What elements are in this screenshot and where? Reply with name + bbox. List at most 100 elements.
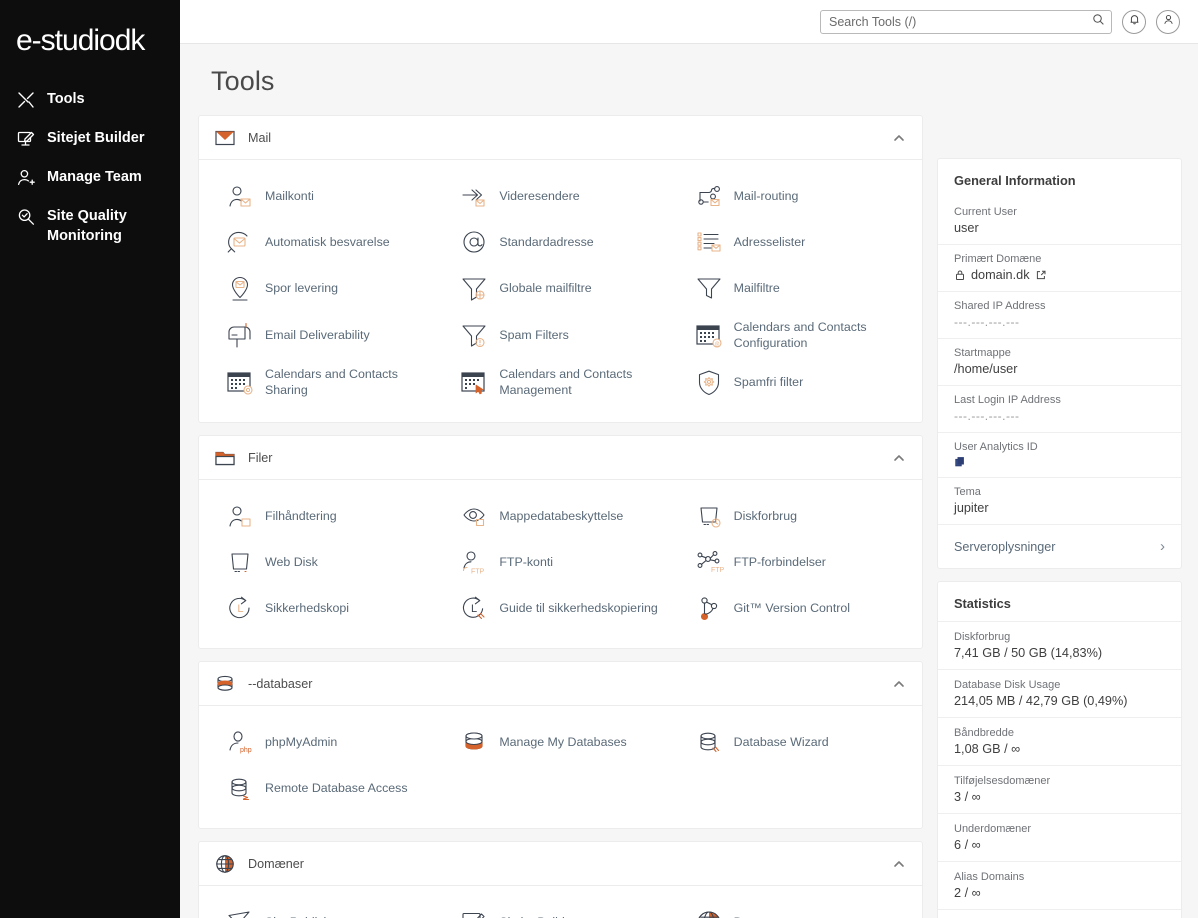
info-row-label: Last Login IP Address (954, 394, 1165, 406)
statistic-label: Underdomæner (954, 823, 1165, 835)
tool-item[interactable]: Adresselister (678, 220, 912, 266)
tool-item[interactable]: Globale mailfiltre (443, 266, 677, 312)
sidebar-item-site-quality-monitoring[interactable]: Site Quality Monitoring (0, 197, 180, 255)
statistic-row: Tilføjelsesdomæner3 / ∞ (938, 765, 1181, 813)
tool-item[interactable]: Git™ Version Control (678, 586, 912, 632)
tool-item[interactable]: Web Disk (209, 540, 443, 586)
user-plus-icon (16, 168, 36, 188)
tool-item[interactable]: LGuide til sikkerhedskopiering (443, 586, 677, 632)
tool-label: Calendars and Contacts Sharing (265, 367, 437, 398)
tool-item[interactable]: Filhåndtering (209, 494, 443, 540)
tool-item[interactable]: Standardadresse (443, 220, 677, 266)
tool-label: Videresendere (499, 189, 579, 205)
chevron-up-icon[interactable] (892, 131, 906, 145)
statistic-label: Diskforbrug (954, 631, 1165, 643)
section-header[interactable]: --databaser (199, 662, 922, 706)
tool-item[interactable]: Spamfri filter (678, 359, 912, 406)
chevron-right-icon: › (1160, 538, 1165, 555)
tool-item[interactable]: Mailkonti (209, 174, 443, 220)
external-link-icon[interactable] (1035, 269, 1047, 281)
svg-text:L: L (237, 603, 243, 615)
calendar-management-icon (459, 368, 489, 398)
sidebar: e-studiodk Tools Sitejet Builder Manage Te… (0, 0, 180, 918)
tool-item[interactable]: Mailfiltre (678, 266, 912, 312)
bell-icon (1128, 13, 1141, 31)
calendar-config-icon: @ (694, 321, 724, 351)
tool-sections: Mail Mailkonti Videresendere Mail-routing Au… (198, 115, 923, 918)
tool-item[interactable]: Spam Filters (443, 312, 677, 359)
statistics-panel: Statistics Diskforbrug7,41 GB / 50 GB (1… (937, 581, 1182, 918)
chevron-up-icon[interactable] (892, 451, 906, 465)
autoresponder-icon (225, 228, 255, 258)
tool-item[interactable]: FTPFTP-konti (443, 540, 677, 586)
tool-item[interactable]: Domæner (678, 900, 912, 918)
tool-label: Mail-routing (734, 189, 799, 205)
tool-item[interactable]: Email Deliverability (209, 312, 443, 359)
tool-item[interactable]: Videresendere (443, 174, 677, 220)
monitor-pen-icon (16, 129, 36, 149)
tool-item[interactable]: php phpMyAdmin (209, 720, 443, 766)
statistic-row: Diskforbrug7,41 GB / 50 GB (14,83%) (938, 621, 1181, 669)
content-area: Tools MailMailkontiVideresendereMail-rou… (180, 44, 1198, 918)
tool-item[interactable]: Site Publisher (209, 900, 443, 918)
info-row-text: user (954, 221, 979, 235)
info-row-text: domain.dk (971, 268, 1030, 282)
tool-item[interactable]: Calendars and Contacts Management (443, 359, 677, 406)
chevron-up-icon[interactable] (892, 677, 906, 691)
section-header[interactable]: Domæner (199, 842, 922, 886)
sidebar-item-tools[interactable]: Tools (0, 80, 180, 119)
sidebar-item-sitejet-builder[interactable]: Sitejet Builder (0, 119, 180, 158)
tool-item[interactable]: Mail-routing (678, 174, 912, 220)
copy-icon[interactable] (954, 456, 966, 468)
tool-label: Database Wizard (734, 735, 829, 751)
brand-logo[interactable]: e-studiodk (0, 10, 180, 80)
tool-item[interactable]: FTPFTP-forbindelser (678, 540, 912, 586)
tool-label: Standardadresse (499, 235, 593, 251)
tool-item[interactable]: LSikkerhedskopi (209, 586, 443, 632)
tool-item[interactable]: Diskforbrug (678, 494, 912, 540)
search-icon[interactable] (1092, 13, 1105, 31)
tool-item[interactable]: Spor levering (209, 266, 443, 312)
tool-label: Remote Database Access (265, 781, 408, 797)
info-row: User Analytics ID (938, 432, 1181, 477)
statistic-value: 3 / ∞ (954, 790, 1165, 804)
tool-label: Mailfiltre (734, 281, 780, 297)
tool-label: Mappedatabeskyttelse (499, 509, 623, 525)
tool-item[interactable]: Manage My Databases (443, 720, 677, 766)
calendar-sharing-icon (225, 368, 255, 398)
tool-label: Manage My Databases (499, 735, 626, 751)
spam-filters-icon (459, 321, 489, 351)
tool-label: Mailkonti (265, 189, 314, 205)
sidebar-item-manage-team[interactable]: Manage Team (0, 158, 180, 197)
search-box[interactable] (820, 10, 1112, 34)
section-header[interactable]: Mail (199, 116, 922, 160)
info-row-text: ---.---.---.--- (954, 315, 1019, 329)
default-address-icon (459, 228, 489, 258)
sidebar-item-label: Manage Team (47, 167, 142, 187)
statistic-row: Båndbredde1,08 GB / ∞ (938, 717, 1181, 765)
info-row-label: User Analytics ID (954, 441, 1165, 453)
svg-text:php: php (240, 747, 252, 754)
info-row-value: domain.dk (954, 268, 1165, 282)
tool-item[interactable]: @Calendars and Contacts Configuration (678, 312, 912, 359)
tool-item[interactable]: Database Wizard (678, 720, 912, 766)
sidebar-nav: Tools Sitejet Builder Manage Team Site Qual… (0, 80, 180, 255)
chevron-up-icon[interactable] (892, 857, 906, 871)
info-row-label: Startmappe (954, 347, 1165, 359)
tool-item[interactable]: Automatisk besvarelse (209, 220, 443, 266)
server-information-link[interactable]: Serveroplysninger › (938, 524, 1181, 568)
tool-item[interactable]: Remote Database Access (209, 766, 443, 812)
section-header[interactable]: Filer (199, 436, 922, 480)
info-row-text: /home/user (954, 362, 1017, 376)
search-input[interactable] (829, 15, 1092, 29)
sidebar-item-label: Tools (47, 89, 85, 109)
tool-item[interactable]: Calendars and Contacts Sharing (209, 359, 443, 406)
tool-item[interactable]: Sitejet Builder (443, 900, 677, 918)
tool-label: phpMyAdmin (265, 735, 337, 751)
server-information-label: Serveroplysninger (954, 540, 1056, 554)
notifications-button[interactable] (1122, 10, 1146, 34)
account-button[interactable] (1156, 10, 1180, 34)
tool-label: Spor levering (265, 281, 338, 297)
mail-routing-icon (694, 182, 724, 212)
tool-item[interactable]: Mappedatabeskyttelse (443, 494, 677, 540)
